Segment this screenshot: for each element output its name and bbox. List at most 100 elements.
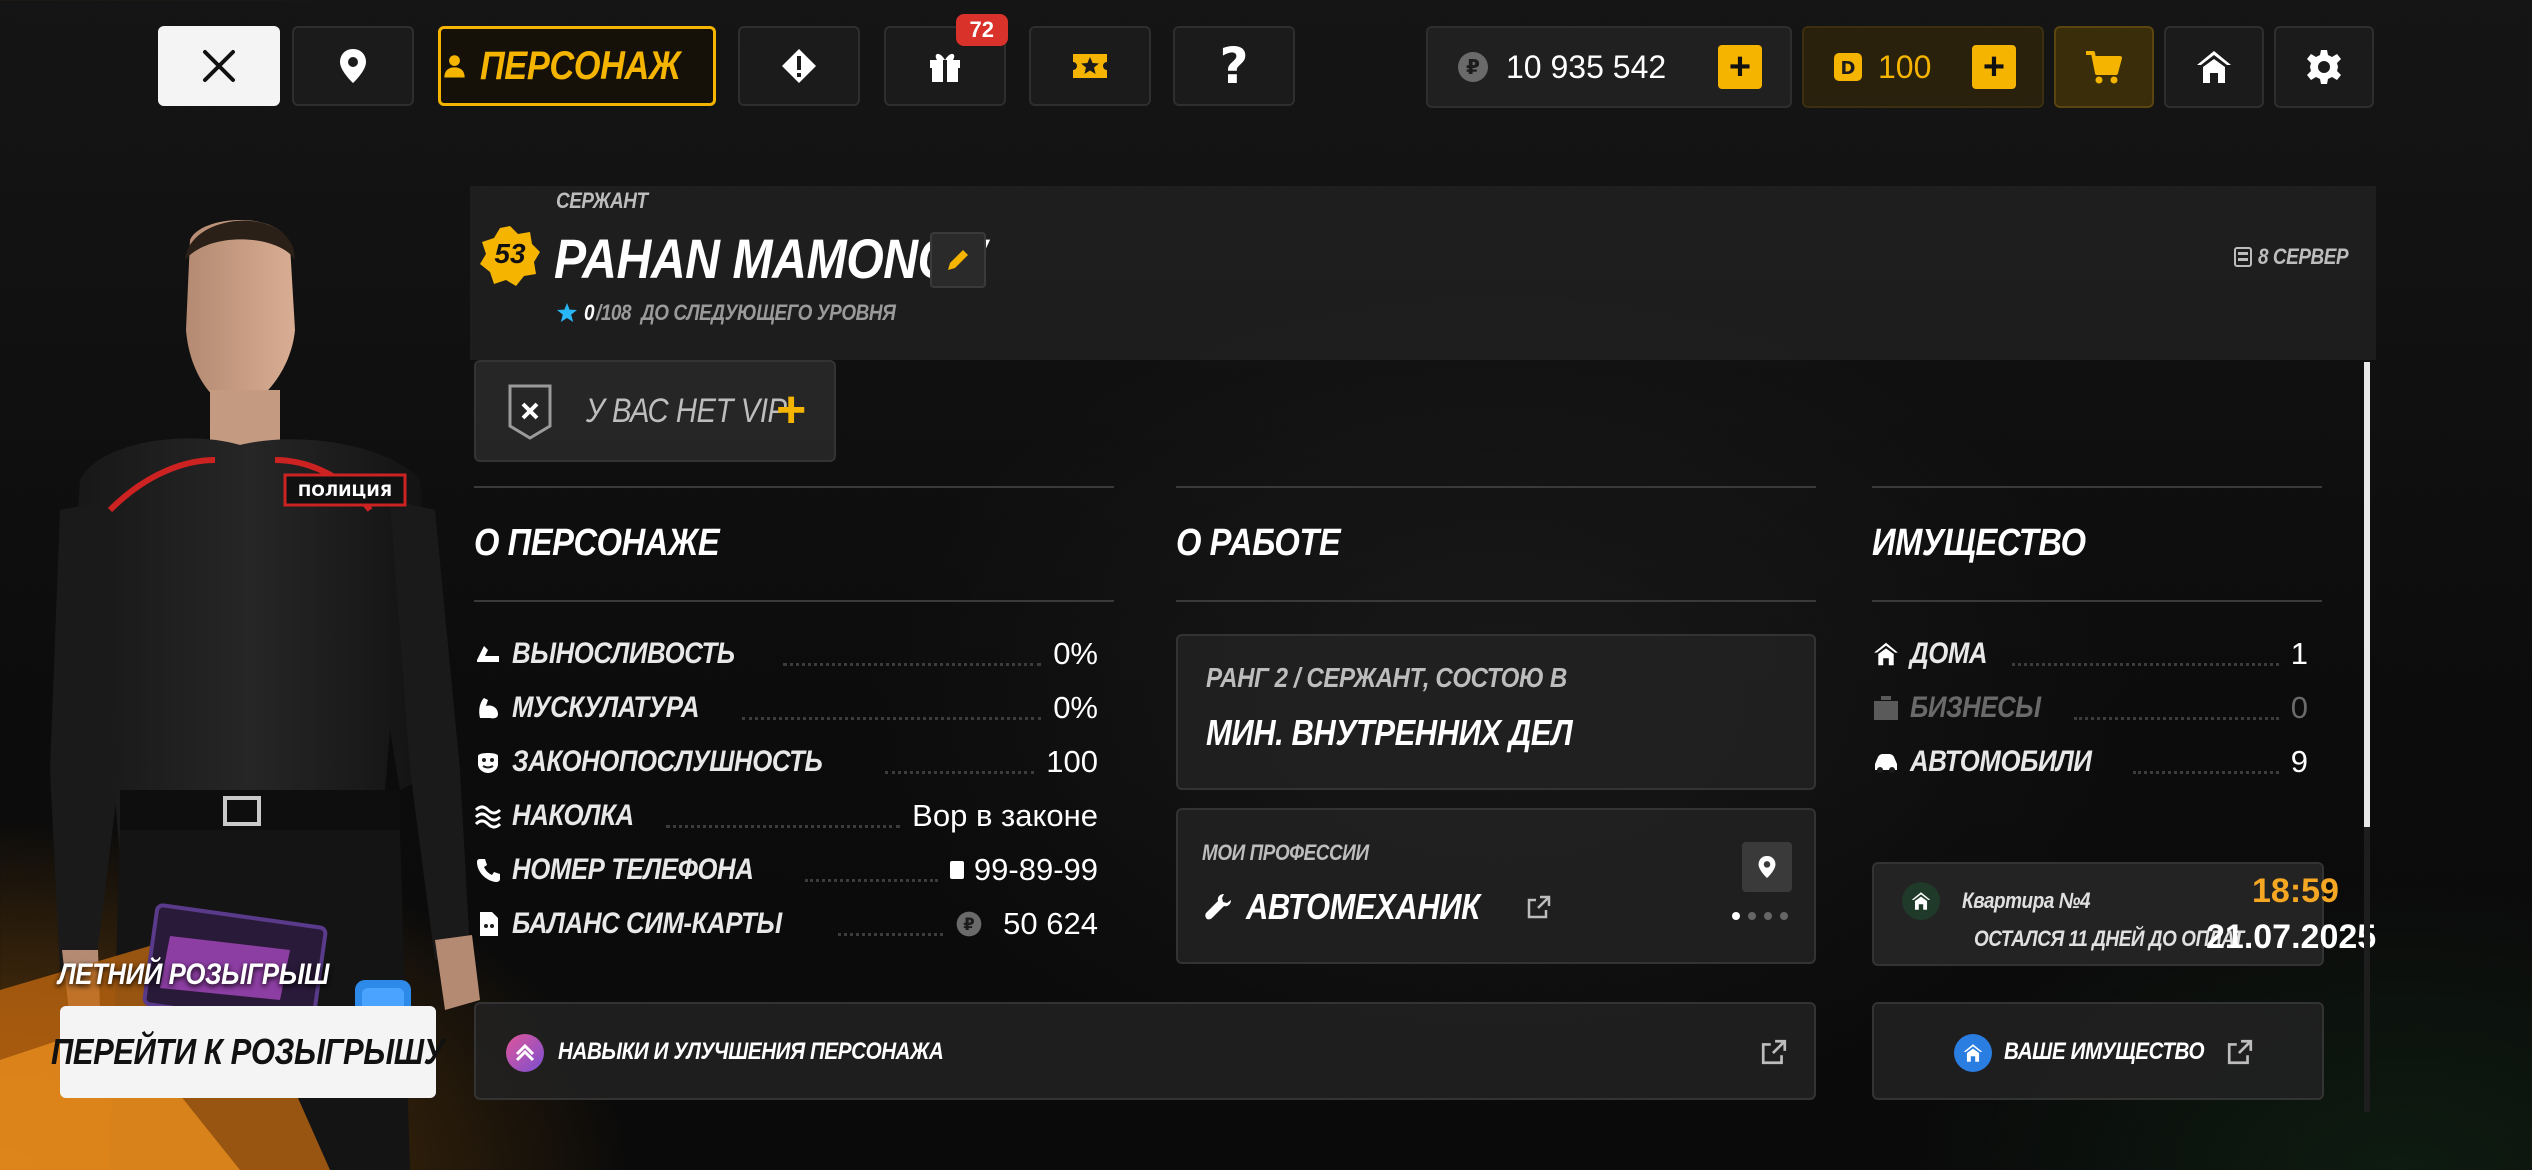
vip-plus-icon: + (776, 381, 807, 439)
property-row-cars[interactable]: АВТОМОБИЛИ 9 (1872, 736, 2308, 788)
pencil-icon (948, 250, 968, 270)
plus-icon: + (1728, 46, 1752, 88)
about-title: О ПЕРСОНАЖЕ (474, 522, 720, 564)
tab-character[interactable]: ПЕРСОНАЖ (438, 26, 716, 106)
user-icon (444, 55, 465, 78)
stat-value: 100 (1046, 744, 1098, 779)
organization-name: МИН. ВНУТРЕННИХ ДЕЛ (1206, 712, 1573, 753)
promo-title: ЛЕТНИЙ РОЗЫГРЫШ (58, 958, 329, 991)
stat-row-law: ЗАКОНОПОСЛУШНОСТЬ 100 (474, 736, 1098, 788)
business-icon (1874, 696, 1898, 720)
divider (1176, 486, 1816, 488)
stat-row-phone: НОМЕР ТЕЛЕФОНА 99-89-99 (474, 844, 1098, 896)
map-button[interactable] (292, 26, 414, 106)
location-pin-icon (340, 49, 366, 83)
gear-icon (2307, 50, 2341, 84)
tab-character-label: ПЕРСОНАЖ (480, 43, 681, 88)
stat-value: 99-89-99 (949, 852, 1098, 888)
promo-button[interactable]: ПЕРЕЙТИ К РОЗЫГРЫШУ (51, 1006, 445, 1098)
settings-button[interactable] (2274, 26, 2374, 108)
plus-icon: + (1982, 46, 2006, 88)
profession-name: АВТОМЕХАНИК (1246, 886, 1480, 927)
tattoo-icon (474, 805, 502, 829)
edit-name-button[interactable] (930, 232, 986, 288)
warning-icon (782, 49, 816, 83)
gifts-button[interactable]: 72 (884, 14, 1008, 106)
phone-icon (477, 859, 500, 882)
vip-text: У ВАС НЕТ VIP (586, 392, 787, 430)
divider (474, 486, 1114, 488)
xp-current: 0 (584, 300, 595, 325)
home-button[interactable] (2164, 26, 2264, 108)
law-icon (478, 753, 498, 773)
gift-icon (930, 53, 960, 82)
xp-total: /108 (595, 300, 632, 325)
stat-row-muscle: МУСКУЛАТУРА 0% (474, 682, 1098, 734)
ticket-star-icon (1073, 54, 1107, 78)
sim-icon (480, 912, 498, 936)
xp-star-icon (557, 303, 577, 322)
svg-text:ПОЛИЦИЯ: ПОЛИЦИЯ (298, 481, 392, 500)
vip-status-button[interactable]: У ВАС НЕТ VIP + (474, 360, 836, 462)
skills-label: НАВЫКИ И УЛУЧШЕНИЯ ПЕРСОНАЖА (558, 1038, 944, 1065)
close-button[interactable] (158, 26, 280, 106)
property-row-houses[interactable]: ДОМА 1 (1872, 628, 2308, 680)
apartment-card[interactable]: Квартира №4 18:59 ОСТАЛСЯ 11 ДНЕЙ ДО ОПЛ… (1872, 862, 2376, 966)
external-link-icon (1761, 1039, 1787, 1065)
apartment-icon (1902, 882, 1940, 920)
donate-balance-box: D 100 + (1802, 26, 2044, 108)
donate-coin-icon: D (1834, 53, 1862, 81)
server-icon (2234, 247, 2252, 267)
external-link-icon[interactable] (1526, 894, 1552, 920)
pagination-dots[interactable] (1732, 912, 1788, 920)
svg-text:₽: ₽ (963, 915, 974, 934)
property-value: 9 (2290, 744, 2308, 779)
xp-suffix: ДО СЛЕДУЮЩЕГО УРОВНЯ (640, 300, 896, 325)
skills-upgrade-icon (506, 1034, 544, 1072)
gifts-count-badge: 72 (955, 14, 1008, 46)
your-property-label: ВАШЕ ИМУЩЕСТВО (2004, 1038, 2205, 1065)
car-icon (1875, 754, 1897, 773)
wrench-icon (1205, 894, 1231, 920)
shop-button[interactable] (2054, 26, 2154, 108)
skills-button[interactable]: НАВЫКИ И УЛУЧШЕНИЯ ПЕРСОНАЖА (474, 1002, 1816, 1100)
rubles-balance-value: 10 935 542 (1506, 48, 1667, 85)
vip-badge-icon (508, 384, 552, 440)
scrollbar-thumb[interactable] (2364, 362, 2370, 827)
level-badge: 53 (478, 224, 542, 288)
xp-progress: 0 /108 ДО СЛЕДУЮЩЕГО УРОВНЯ (556, 300, 936, 326)
property-value: 0 (2290, 690, 2308, 725)
property-title: ИМУЩЕСТВО (1872, 522, 2086, 564)
stat-row-stamina: ВЫНОСЛИВОСТЬ 0% (474, 628, 1098, 680)
close-icon (203, 50, 235, 82)
events-button[interactable] (1029, 26, 1151, 106)
question-icon: ? (1219, 37, 1249, 95)
muscle-icon (479, 698, 498, 719)
professions-card[interactable]: МОИ ПРОФЕССИИ АВТОМЕХАНИК (1176, 808, 1816, 964)
divider (1176, 600, 1816, 602)
add-rubles-button[interactable]: + (1718, 45, 1762, 89)
svg-text:D: D (1841, 58, 1856, 79)
property-value: 1 (2290, 636, 2308, 671)
apartment-name: Квартира №4 (1962, 888, 2091, 913)
promo-button-label: ПЕРЕЙТИ К РОЗЫГРЫШУ (51, 1031, 445, 1072)
help-button[interactable]: ? (1173, 26, 1295, 106)
organization-card[interactable]: РАНГ 2 / СЕРЖАНТ, СОСТОЮ В МИН. ВНУТРЕНН… (1176, 634, 1816, 790)
stamina-icon (477, 646, 499, 662)
stat-value: 0% (1053, 690, 1098, 725)
divider (1872, 600, 2322, 602)
apartment-due-date: 21.07.2025 (2206, 918, 2377, 956)
property-row-businesses[interactable]: БИЗНЕСЫ 0 (1872, 682, 2308, 734)
cart-icon (2086, 51, 2122, 84)
sim-card-icon (949, 861, 964, 879)
alerts-button[interactable] (738, 26, 860, 106)
scrollbar-track[interactable] (2364, 362, 2370, 1112)
stat-value: 0% (1053, 636, 1098, 671)
professions-label: МОИ ПРОФЕССИИ (1202, 840, 1369, 865)
donate-balance-value: 100 (1878, 48, 1932, 85)
your-property-button[interactable]: ВАШЕ ИМУЩЕСТВО (1872, 1002, 2324, 1100)
add-donate-button[interactable]: + (1972, 45, 2016, 89)
divider (1872, 486, 2322, 488)
apartment-note: ОСТАЛСЯ 11 ДНЕЙ ДО ОПЛАТ (1974, 926, 2244, 951)
profession-location-button[interactable] (1742, 842, 1792, 892)
